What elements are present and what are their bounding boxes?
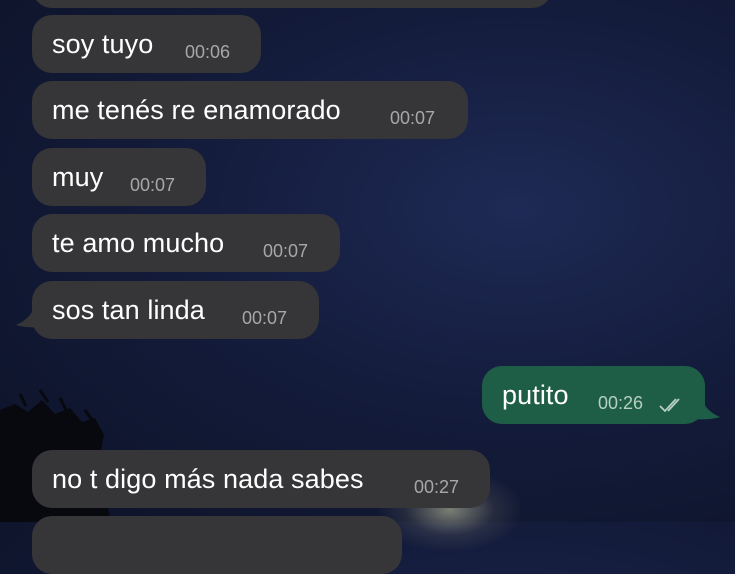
message-bubble-cropped [32, 516, 402, 574]
incoming-message-bubble[interactable]: te amo mucho 00:07 [32, 214, 340, 272]
message-text: putito [502, 379, 569, 410]
message-timestamp: 00:06 [185, 42, 231, 62]
incoming-message-bubble[interactable]: muy 00:07 [32, 148, 206, 206]
message-text: soy tuyo [52, 28, 154, 59]
message-text: te amo mucho [52, 227, 225, 258]
message-timestamp: 00:27 [414, 477, 460, 497]
message-timestamp: 00:26 [598, 393, 644, 413]
incoming-message-bubble[interactable]: soy tuyo 00:06 [32, 15, 261, 73]
message-text: muy [52, 161, 104, 192]
incoming-message-bubble[interactable]: no t digo más nada sabes 00:27 [32, 450, 490, 508]
message-text: no t digo más nada sabes [52, 463, 364, 494]
incoming-message-bubble[interactable]: sos tan linda 00:07 [32, 281, 319, 339]
message-text: sos tan linda [52, 294, 205, 325]
incoming-message-bubble[interactable]: me tenés re enamorado 00:07 [32, 81, 468, 139]
message-timestamp: 00:07 [130, 175, 176, 195]
message-text: me tenés re enamorado [52, 94, 341, 125]
message-bubble-cropped [32, 0, 552, 8]
message-timestamp: 00:07 [263, 241, 309, 261]
message-timestamp: 00:07 [242, 308, 288, 328]
outgoing-message-bubble[interactable]: putito 00:26 [482, 366, 705, 424]
message-timestamp: 00:07 [390, 108, 436, 128]
double-check-icon [659, 398, 680, 413]
